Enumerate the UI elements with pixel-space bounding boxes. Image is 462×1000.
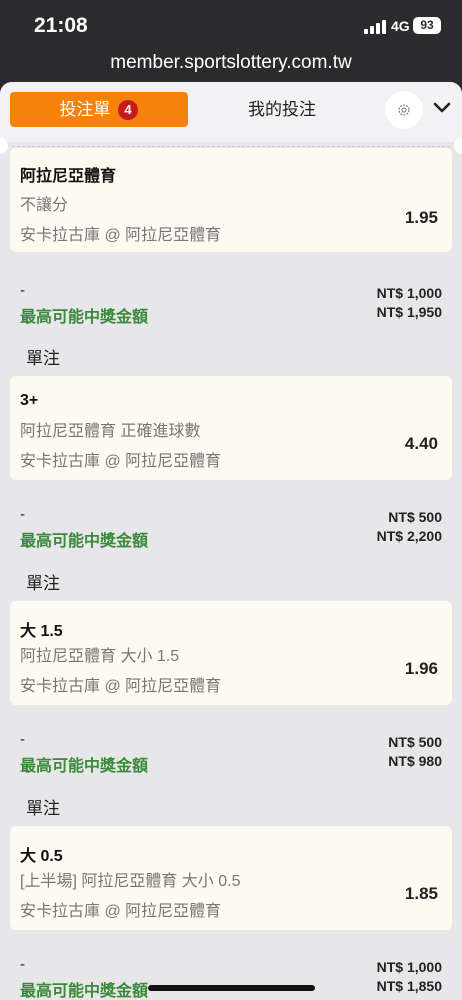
battery-icon: 93 [413, 17, 441, 34]
ticket-divider [12, 146, 450, 147]
bet-market: 阿拉尼亞體育 大小 1.5 [20, 648, 180, 665]
section-single: 單注 [26, 349, 60, 368]
bet-match: 安卡拉古庫 @ 阿拉尼亞體育 [20, 227, 222, 244]
status-bar: 21:08 4G 93 [0, 0, 462, 48]
max-win-label: 最高可能中獎金額 [20, 309, 149, 326]
stake-amount[interactable]: NT$ 500 [388, 509, 442, 525]
home-indicator[interactable] [148, 985, 315, 991]
url-bar[interactable]: member.sportslottery.com.tw [0, 48, 462, 82]
max-win-label: 最高可能中獎金額 [20, 983, 149, 1000]
stake-amount[interactable]: NT$ 1,000 [377, 959, 442, 975]
bet-match: 安卡拉古庫 @ 阿拉尼亞體育 [20, 678, 222, 695]
bet-match: 安卡拉古庫 @ 阿拉尼亞體育 [20, 453, 222, 470]
bet-market: [上半場] 阿拉尼亞體育 大小 0.5 [20, 873, 241, 890]
max-win-amount: NT$ 1,850 [376, 978, 442, 994]
max-win-amount: NT$ 980 [388, 753, 442, 769]
chevron-down-icon[interactable] [433, 102, 451, 114]
bet-card[interactable]: 大 1.5 阿拉尼亞體育 大小 1.5 安卡拉古庫 @ 阿拉尼亞體育 1.96 [10, 601, 452, 705]
bet-odds: 1.95 [404, 208, 438, 227]
stake-amount[interactable]: NT$ 500 [388, 734, 442, 750]
bet-count-badge: 4 [118, 100, 138, 120]
settings-button[interactable] [385, 91, 423, 129]
tab-bar: 投注單 4 我的投注 [0, 82, 462, 142]
max-win-label: 最高可能中獎金額 [20, 758, 149, 775]
bet-selection: 大 1.5 [20, 623, 63, 640]
bet-market: 阿拉尼亞體育 正確進球數 [20, 423, 201, 440]
bet-odds: 4.40 [404, 434, 438, 453]
stake-label: - [20, 506, 25, 523]
stake-label: - [20, 282, 25, 299]
stake-label: - [20, 731, 25, 748]
section-single: 單注 [26, 799, 60, 818]
bet-slip-panel: 投注單 4 我的投注 阿拉尼亞體育 不讓分 安卡拉古庫 @ 阿拉尼亞體育 1.9… [0, 82, 462, 1000]
gear-icon [398, 104, 410, 116]
section-single: 單注 [26, 574, 60, 593]
bet-odds: 1.85 [404, 884, 438, 903]
bet-selection: 3+ [20, 392, 39, 409]
bet-card[interactable]: 3+ 阿拉尼亞體育 正確進球數 安卡拉古庫 @ 阿拉尼亞體育 4.40 [10, 376, 452, 480]
tab-bet-slip[interactable]: 投注單 4 [10, 92, 188, 127]
bet-odds: 1.96 [404, 659, 438, 678]
tab-bet-slip-label: 投注單 [59, 100, 111, 119]
stake-label: - [20, 956, 25, 973]
bet-card[interactable]: 阿拉尼亞體育 不讓分 安卡拉古庫 @ 阿拉尼亞體育 1.95 [10, 148, 452, 252]
bet-match: 安卡拉古庫 @ 阿拉尼亞體育 [20, 903, 222, 920]
status-time: 21:08 [34, 14, 88, 37]
max-win-amount: NT$ 1,950 [376, 304, 442, 320]
bet-selection: 阿拉尼亞體育 [20, 168, 117, 185]
bet-market: 不讓分 [20, 197, 69, 214]
ticket-notch-right [454, 138, 462, 154]
bet-selection: 大 0.5 [20, 848, 63, 865]
signal-icon [364, 20, 386, 34]
tab-my-bets[interactable]: 我的投注 [232, 92, 332, 127]
bet-card[interactable]: 大 0.5 [上半場] 阿拉尼亞體育 大小 0.5 安卡拉古庫 @ 阿拉尼亞體育… [10, 826, 452, 930]
stake-amount[interactable]: NT$ 1,000 [377, 285, 442, 301]
network-label: 4G [391, 18, 410, 34]
max-win-label: 最高可能中獎金額 [20, 533, 149, 550]
max-win-amount: NT$ 2,200 [376, 528, 442, 544]
